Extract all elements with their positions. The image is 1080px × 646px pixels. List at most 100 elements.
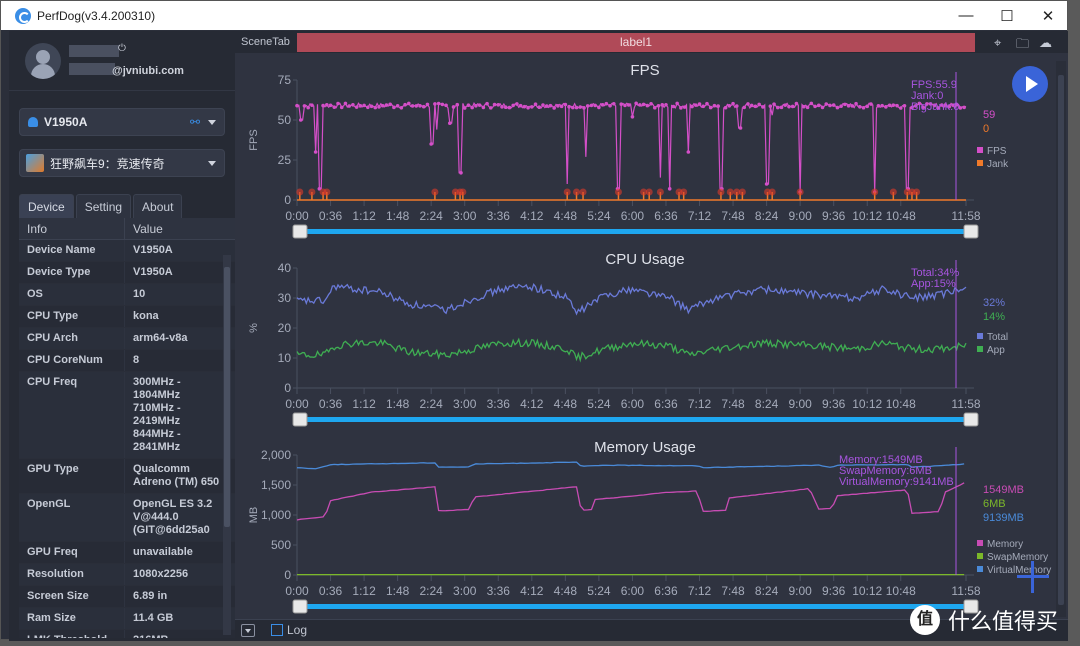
log-label: Log	[287, 623, 308, 637]
fps-point	[522, 104, 527, 109]
info-value: V1950A	[133, 266, 173, 278]
info-key: OpenGL	[19, 494, 125, 541]
title-bar: PerfDog(v3.4.200310) — ☐ ✕	[1, 1, 1067, 30]
expand-button[interactable]	[241, 624, 255, 637]
fps-point	[716, 104, 720, 108]
tab-setting[interactable]: Setting	[75, 194, 132, 218]
device-select[interactable]: V1950A ⚯	[19, 108, 225, 136]
scrollbar-thumb[interactable]	[224, 267, 230, 527]
fps-point	[828, 103, 832, 108]
slider-handle-start[interactable]	[292, 412, 308, 427]
current-value: 6MB	[983, 498, 1006, 510]
fps-point	[325, 102, 329, 107]
fps-point	[455, 102, 460, 107]
fps-point	[328, 103, 333, 108]
fps-point	[563, 102, 568, 107]
time-range-slider[interactable]	[305, 417, 966, 422]
fps-point	[321, 103, 325, 108]
column-header-info: Info	[19, 218, 125, 239]
table-row: Resolution 1080x2256	[19, 564, 235, 586]
info-key: Screen Size	[19, 586, 125, 607]
fps-point	[869, 102, 873, 106]
time-range-slider[interactable]	[305, 229, 966, 234]
y-tick-label: 0	[284, 381, 291, 395]
jank-point	[738, 188, 746, 196]
maximize-button[interactable]: ☐	[984, 1, 1030, 30]
fps-point	[693, 103, 698, 107]
current-value: 0	[983, 123, 989, 135]
jank-point	[579, 188, 587, 196]
tooltip-text: VirtualMemory:9141MB	[839, 476, 954, 488]
scene-bar: SceneTab label1 ⌖ 🗀 ☁	[235, 31, 1068, 53]
fps-point	[366, 105, 370, 110]
y-axis-label: FPS	[248, 129, 260, 150]
add-chart-button[interactable]	[1017, 561, 1049, 593]
scrollbar-thumb[interactable]	[1058, 75, 1064, 605]
fps-point	[634, 101, 638, 106]
fps-point	[597, 105, 601, 110]
fps-point	[805, 105, 810, 110]
jank-point	[680, 188, 688, 196]
x-tick-label: 10:12	[852, 397, 882, 411]
fps-point	[652, 105, 657, 110]
location-icon[interactable]: ⌖	[994, 35, 1001, 51]
fps-point	[697, 102, 702, 106]
slider-handle-end[interactable]	[963, 412, 979, 427]
fps-point	[790, 104, 795, 109]
fps-point	[902, 103, 907, 108]
avatar[interactable]	[25, 43, 61, 79]
x-tick-label: 5:24	[587, 584, 611, 598]
x-tick-label: 6:36	[654, 397, 678, 411]
fps-point	[880, 103, 884, 108]
total-series-line	[296, 282, 967, 316]
fps-point	[742, 105, 747, 110]
info-key: GPU Freq	[19, 542, 125, 563]
time-range-slider[interactable]	[305, 604, 966, 609]
slider-handle-start[interactable]	[292, 224, 308, 239]
jank-point	[656, 188, 664, 196]
email-redacted	[69, 63, 115, 75]
fps-point	[802, 104, 806, 109]
cloud-icon[interactable]: ☁	[1039, 35, 1052, 51]
scene-label[interactable]: label1	[297, 33, 975, 52]
fps-point	[496, 103, 501, 107]
y-tick-label: 10	[278, 351, 292, 365]
fps-point	[515, 102, 519, 106]
slider-handle-start[interactable]	[292, 599, 308, 614]
fps-point	[552, 106, 556, 110]
app-select[interactable]: 狂野飙车9：竞速传奇	[19, 149, 225, 177]
x-tick-label: 2:24	[419, 584, 443, 598]
x-tick-label: 9:00	[788, 584, 812, 598]
fps-point	[593, 103, 597, 108]
x-tick-label: 11:58	[951, 397, 980, 411]
play-button[interactable]	[1012, 66, 1048, 102]
game-icon	[26, 154, 44, 172]
tab-device[interactable]: Device	[19, 194, 74, 218]
chevron-down-icon	[208, 120, 216, 125]
sidebar-scrollbar[interactable]	[223, 255, 231, 635]
fps-point	[440, 102, 445, 107]
log-checkbox[interactable]	[271, 624, 283, 636]
fps-point	[843, 102, 847, 107]
scene-tab[interactable]: SceneTab	[241, 31, 297, 53]
fps-point	[362, 103, 366, 108]
y-tick-label: 30	[278, 291, 292, 305]
fps-point	[343, 101, 348, 106]
fps-point	[489, 106, 493, 110]
fps-point	[485, 101, 489, 106]
power-icon[interactable]: ⏻	[118, 43, 126, 54]
fps-point	[705, 101, 709, 106]
main-scrollbar[interactable]	[1056, 61, 1066, 617]
table-row: GPU Type Qualcomm Adreno (TM) 650	[19, 459, 235, 494]
chart-1: CPU Usage% 0 10 20 30 40 0:00 0:36 1:12 1:48 2:24 3…	[248, 251, 1008, 427]
fps-point	[768, 104, 773, 108]
slider-handle-end[interactable]	[963, 224, 979, 239]
fps-point	[749, 103, 754, 108]
info-key: Device Name	[19, 240, 125, 261]
close-button[interactable]: ✕	[1025, 1, 1071, 30]
watermark: 值 什么值得买	[910, 604, 1058, 636]
fps-point	[664, 102, 668, 107]
tab-about[interactable]: About	[133, 194, 183, 218]
current-value: 32%	[983, 297, 1005, 309]
minimize-button[interactable]: —	[943, 1, 989, 30]
